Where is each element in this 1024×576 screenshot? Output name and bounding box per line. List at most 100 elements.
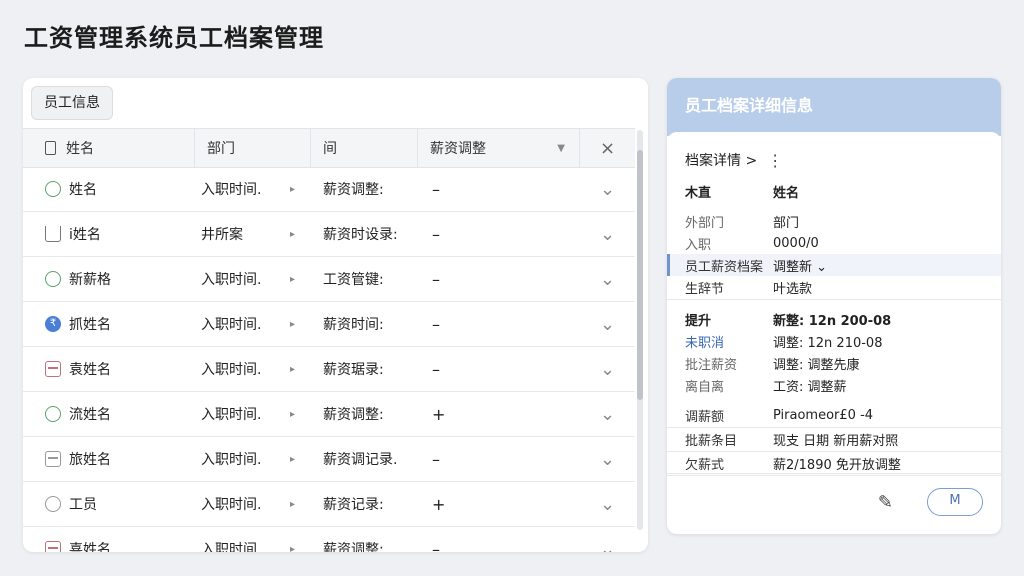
employee-name: 袁姓名 — [69, 362, 111, 378]
cell-dept[interactable]: 入职时间. ▸ — [195, 359, 311, 379]
breadcrumb-label[interactable]: 档案详情 > — [685, 150, 757, 170]
field-value: 部门 — [773, 215, 800, 231]
cell-dept[interactable]: 入职时间. ▸ — [195, 179, 311, 199]
detail-field: 批注薪资 调整: 调整先康 — [667, 352, 1001, 374]
employee-name: 姓名 — [69, 182, 97, 198]
field-label: 员工薪资档案 — [685, 259, 764, 275]
cell-name: 新薪格 — [23, 269, 195, 289]
detail-field: 批薪条目 现支 日期 新用薪对照 — [667, 428, 1001, 452]
table-row[interactable]: i姓名 井所案 ▸ 薪资时设录: – ⌄ — [23, 212, 635, 257]
cell-sign[interactable]: – — [418, 180, 580, 199]
chevron-down-icon[interactable]: ⌄ — [580, 404, 635, 425]
dropdown-caret-icon[interactable]: ▸ — [290, 544, 295, 553]
circle-green-icon — [45, 406, 61, 422]
field-value: 工资: 调整薪 — [773, 379, 847, 395]
column-header-salary[interactable]: 薪资调整 ▼ — [418, 129, 580, 167]
chevron-down-icon[interactable]: ⌄ — [580, 359, 635, 380]
field-label: 批注薪资 — [685, 357, 738, 373]
card-red-icon — [45, 361, 61, 377]
cell-name: i姓名 — [23, 224, 195, 244]
column-header-dept[interactable]: 部门 — [195, 129, 311, 167]
table-row[interactable]: 工员 入职时间. ▸ 薪资记录: + ⌄ — [23, 482, 635, 527]
cell-sign[interactable]: – — [418, 315, 580, 334]
cell-dept[interactable]: 入职时间. ▸ — [195, 494, 311, 514]
cell-record: 薪资调记录. — [323, 452, 398, 468]
card-red-icon — [45, 541, 61, 552]
employee-name: 旅姓名 — [69, 452, 111, 468]
scrollbar-thumb[interactable] — [637, 150, 643, 400]
chevron-down-icon[interactable]: ⌄ — [580, 269, 635, 290]
table-row[interactable]: 流姓名 入职时间. ▸ 薪资调整: + ⌄ — [23, 392, 635, 437]
field-value: 调整: 12n 210-08 — [773, 335, 883, 351]
column-label: 姓名 — [66, 141, 94, 157]
chevron-down-icon[interactable]: ⌄ — [580, 539, 635, 553]
close-icon[interactable]: × — [580, 129, 635, 167]
field-label: 批薪条目 — [685, 434, 738, 449]
column-header-name[interactable]: 姓名 — [23, 129, 195, 167]
cell-dept[interactable]: 入职时间. ▸ — [195, 449, 311, 469]
cell-dept[interactable]: 入职时间. ▸ — [195, 269, 311, 289]
cell-name: 喜姓名 — [23, 539, 195, 552]
table-row[interactable]: 袁姓名 入职时间. ▸ 薪资琚录: – ⌄ — [23, 347, 635, 392]
dropdown-caret-icon[interactable]: ▸ — [290, 454, 295, 465]
field-label: 生辞节 — [685, 282, 725, 297]
dropdown-caret-icon[interactable]: ▸ — [290, 364, 295, 375]
employee-table-body: 姓名 入职时间. ▸ 薪资调整: – ⌄ i姓名 井所案 ▸ 薪资时设录: – … — [23, 167, 635, 552]
cell-name: 旅姓名 — [23, 449, 195, 469]
dropdown-caret-icon[interactable]: ▸ — [290, 499, 295, 510]
table-row[interactable]: 新薪格 入职时间. ▸ 工资管键: – ⌄ — [23, 257, 635, 302]
dropdown-caret-icon[interactable]: ▸ — [290, 319, 295, 330]
field-label: 调薪额 — [685, 410, 725, 425]
dept-value: 入职时间. — [201, 182, 262, 198]
dropdown-caret-icon[interactable]: ▸ — [290, 409, 295, 420]
cell-sign[interactable]: + — [418, 495, 580, 514]
tab-employee-info[interactable]: 员工信息 — [31, 86, 113, 120]
dept-value: 入职时间. — [201, 497, 262, 513]
edit-icon[interactable]: ✎ — [878, 492, 893, 513]
employee-name: 新薪格 — [69, 272, 111, 288]
cell-sign[interactable]: – — [418, 540, 580, 553]
chevron-down-icon[interactable]: ⌄ — [580, 179, 635, 200]
cell-dept[interactable]: 井所案 ▸ — [195, 224, 311, 244]
cell-name: 流姓名 — [23, 404, 195, 424]
dropdown-caret-icon[interactable]: ▸ — [290, 229, 295, 240]
cell-sign[interactable]: – — [418, 450, 580, 469]
detail-field[interactable]: 未职消 调整: 12n 210-08 — [667, 330, 1001, 352]
column-label: 间 — [323, 141, 337, 157]
cell-record: 薪资记录: — [323, 497, 384, 513]
chevron-down-icon[interactable]: ⌄ — [580, 314, 635, 335]
cell-sign[interactable]: – — [418, 270, 580, 289]
chevron-down-icon[interactable]: ⌄ — [580, 224, 635, 245]
table-row[interactable]: ₹ 抓姓名 入职时间. ▸ 薪资时间: – ⌄ — [23, 302, 635, 347]
dropdown-caret-icon[interactable]: ▸ — [290, 184, 295, 195]
scrollbar[interactable] — [637, 130, 643, 530]
action-button[interactable]: M — [927, 488, 983, 516]
field-value: 薪2/1890 免开放调整 — [773, 458, 901, 473]
dept-value: 入职时间. — [201, 317, 262, 333]
dropdown-caret-icon[interactable]: ▸ — [290, 274, 295, 285]
cell-sign[interactable]: – — [418, 360, 580, 379]
cell-dept[interactable]: 入职时间. ▸ — [195, 404, 311, 424]
card-gray-icon — [45, 451, 61, 467]
field-value: 调整: 调整先康 — [773, 357, 860, 373]
cell-dept[interactable]: 入职时间. ▸ — [195, 314, 311, 334]
cell-sign[interactable]: – — [418, 225, 580, 244]
more-options-icon[interactable]: ⋮ — [767, 151, 783, 170]
circle-gray-icon — [45, 496, 61, 512]
detail-field[interactable]: 员工薪资档案 调整新 ⌄ — [667, 254, 1001, 276]
table-row[interactable]: 旅姓名 入职时间. ▸ 薪资调记录. – ⌄ — [23, 437, 635, 482]
flag-icon — [45, 226, 61, 242]
column-header-time[interactable]: 间 — [311, 129, 418, 167]
chevron-down-icon[interactable]: ⌄ — [580, 449, 635, 470]
field-value: 调整新 ⌄ — [773, 259, 828, 275]
chevron-down-icon[interactable]: ⌄ — [580, 494, 635, 515]
field-label: 提升 — [685, 313, 712, 329]
cell-dept[interactable]: 入职时间. ▸ — [195, 539, 311, 552]
caret-down-icon[interactable]: ▼ — [557, 143, 565, 154]
detail-field: 生辞节 叶选款 — [667, 276, 1001, 300]
table-row[interactable]: 姓名 入职时间. ▸ 薪资调整: – ⌄ — [23, 167, 635, 212]
table-row[interactable]: 喜姓名 入职时间. ▸ 薪资调整: – ⌄ — [23, 527, 635, 552]
field-value: 0000/0 — [773, 235, 819, 251]
cell-sign[interactable]: + — [418, 405, 580, 424]
column-label: 部门 — [207, 141, 235, 157]
